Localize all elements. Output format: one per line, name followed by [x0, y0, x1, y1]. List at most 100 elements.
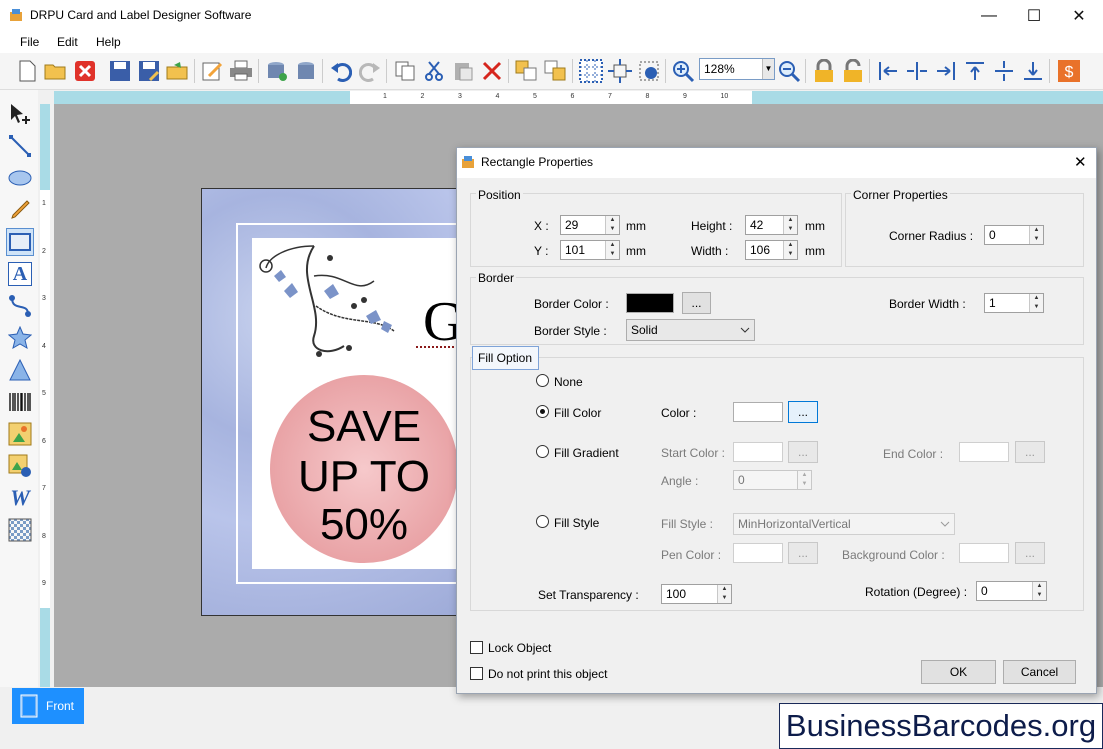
- bring-front-icon[interactable]: [543, 58, 569, 84]
- zoom-out-icon[interactable]: [776, 58, 802, 84]
- border-group-label: Border: [476, 271, 517, 285]
- cut-icon[interactable]: [421, 58, 447, 84]
- ok-button[interactable]: OK: [921, 660, 996, 684]
- menu-help[interactable]: Help: [96, 35, 121, 49]
- price-icon[interactable]: $: [1056, 58, 1082, 84]
- print-icon[interactable]: [228, 58, 254, 84]
- width-label: Width :: [691, 244, 729, 258]
- end-color-browse-button[interactable]: ...: [1015, 441, 1045, 463]
- redo-icon[interactable]: [357, 58, 383, 84]
- line-icon[interactable]: [6, 132, 34, 160]
- export-icon[interactable]: [165, 58, 191, 84]
- align-center-h-icon[interactable]: [904, 58, 930, 84]
- barcode-icon[interactable]: [6, 388, 34, 416]
- maximize-button[interactable]: ☐: [1011, 0, 1057, 31]
- border-color-swatch[interactable]: [626, 293, 674, 313]
- y-spinner[interactable]: ▲ ▼: [605, 241, 619, 259]
- close-file-icon[interactable]: [72, 58, 98, 84]
- lock-object-checkbox[interactable]: [470, 641, 483, 654]
- fill-option-group-label: Fill Option: [472, 346, 539, 370]
- pencil-icon[interactable]: [6, 196, 34, 224]
- border-color-browse-button[interactable]: ...: [682, 292, 711, 314]
- copy-icon[interactable]: [392, 58, 418, 84]
- fill-style-radio[interactable]: [536, 515, 549, 528]
- do-not-print-label: Do not print this object: [488, 667, 608, 681]
- undo-icon[interactable]: [328, 58, 354, 84]
- text-icon[interactable]: A: [6, 260, 34, 288]
- close-button[interactable]: ✕: [1056, 0, 1102, 31]
- database-add-icon[interactable]: [264, 58, 290, 84]
- toolbar-separator: [386, 59, 387, 83]
- grid-icon[interactable]: [578, 58, 604, 84]
- fill-none-radio[interactable]: [536, 374, 549, 387]
- database-icon[interactable]: [293, 58, 319, 84]
- background-color-browse-button[interactable]: ...: [1015, 542, 1045, 564]
- ruler-tick-label: 9: [683, 93, 687, 100]
- align-bottom-icon[interactable]: [1020, 58, 1046, 84]
- select-icon[interactable]: [6, 100, 34, 128]
- fill-color-radio[interactable]: [536, 405, 549, 418]
- menu-edit[interactable]: Edit: [57, 35, 78, 49]
- send-back-icon[interactable]: [514, 58, 540, 84]
- front-side-tab[interactable]: Front: [12, 688, 84, 724]
- fill-color-browse-button[interactable]: ...: [788, 401, 818, 423]
- fill-gradient-radio[interactable]: [536, 445, 549, 458]
- do-not-print-checkbox[interactable]: [470, 667, 483, 680]
- height-value: 42: [750, 218, 764, 232]
- rectangle-icon[interactable]: [6, 228, 34, 256]
- unlock-icon[interactable]: [840, 58, 866, 84]
- delete-icon[interactable]: [479, 58, 505, 84]
- horizontal-ruler-label-area: [350, 91, 752, 104]
- transparency-spinner[interactable]: ▲ ▼: [717, 585, 731, 603]
- zoom-dropdown-arrow[interactable]: ▼: [762, 59, 774, 79]
- dialog-close-icon[interactable]: ✕: [1074, 153, 1087, 171]
- curve-icon[interactable]: [6, 292, 34, 320]
- x-spinner[interactable]: ▲ ▼: [605, 216, 619, 234]
- start-color-swatch[interactable]: [733, 442, 783, 462]
- align-middle-icon[interactable]: [991, 58, 1017, 84]
- width-spinner[interactable]: ▲ ▼: [783, 241, 797, 259]
- end-color-swatch[interactable]: [959, 442, 1009, 462]
- menu-file[interactable]: File: [20, 35, 39, 49]
- triangle-icon[interactable]: [6, 356, 34, 384]
- rotation-spinner[interactable]: ▲ ▼: [1032, 582, 1046, 600]
- align-top-icon[interactable]: [962, 58, 988, 84]
- align-left-icon[interactable]: [875, 58, 901, 84]
- fill-color-swatch[interactable]: [733, 402, 783, 422]
- angle-spinner[interactable]: ▲ ▼: [797, 471, 811, 489]
- word-art-icon[interactable]: W: [6, 484, 34, 512]
- border-style-select[interactable]: Solid: [626, 319, 755, 341]
- ruler-tick-label: 5: [42, 390, 46, 397]
- align-right-icon[interactable]: [933, 58, 959, 84]
- background-color-swatch[interactable]: [959, 543, 1009, 563]
- rotation-label: Rotation (Degree) :: [865, 585, 968, 599]
- floral-ornament[interactable]: [254, 236, 414, 366]
- open-icon[interactable]: [43, 58, 69, 84]
- image-icon[interactable]: [6, 420, 34, 448]
- ellipse-icon[interactable]: [6, 164, 34, 192]
- paste-icon[interactable]: [450, 58, 476, 84]
- cancel-button[interactable]: Cancel: [1003, 660, 1076, 684]
- minimize-button[interactable]: —: [966, 0, 1012, 31]
- toolbar-separator: [1049, 59, 1050, 83]
- picture-library-icon[interactable]: [6, 452, 34, 480]
- start-color-browse-button[interactable]: ...: [788, 441, 818, 463]
- new-icon[interactable]: [14, 58, 40, 84]
- border-width-spinner[interactable]: ▲ ▼: [1029, 294, 1043, 312]
- height-spinner[interactable]: ▲ ▼: [783, 216, 797, 234]
- zoom-in-icon[interactable]: [670, 58, 696, 84]
- corner-radius-spinner[interactable]: ▲ ▼: [1029, 226, 1043, 244]
- pen-color-browse-button[interactable]: ...: [788, 542, 818, 564]
- pen-color-swatch[interactable]: [733, 543, 783, 563]
- ruler-tick-label: 6: [570, 93, 575, 100]
- settings-icon[interactable]: [636, 58, 662, 84]
- save-icon[interactable]: [107, 58, 133, 84]
- pattern-icon[interactable]: [6, 516, 34, 544]
- save-as-icon[interactable]: [136, 58, 162, 84]
- lock-icon[interactable]: [811, 58, 837, 84]
- fill-style-select[interactable]: MinHorizontalVertical: [733, 513, 955, 535]
- center-icon[interactable]: [607, 58, 633, 84]
- star-icon[interactable]: [6, 324, 34, 352]
- ruler-tick-label: 8: [645, 93, 650, 100]
- edit-icon[interactable]: [199, 58, 225, 84]
